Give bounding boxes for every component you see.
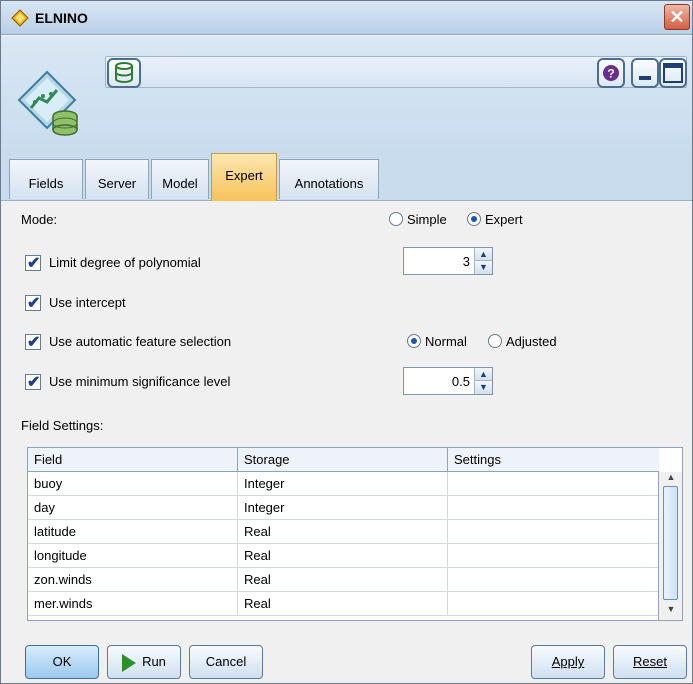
cell-storage: Integer — [238, 496, 448, 520]
limit-degree-checkbox[interactable] — [25, 253, 41, 273]
limit-degree-value[interactable]: 3 — [463, 254, 470, 269]
tab-model[interactable]: Model — [151, 159, 209, 199]
cell-field: longitude — [28, 544, 238, 568]
min-sig-label[interactable]: Use minimum significance level — [49, 374, 230, 389]
mode-label: Mode: — [21, 212, 58, 227]
auto-adjusted-label[interactable]: Adjusted — [506, 334, 557, 349]
column-header-field[interactable]: Field — [28, 448, 238, 472]
auto-normal-label[interactable]: Normal — [425, 334, 467, 349]
regression-node-icon — [17, 70, 78, 136]
apply-button[interactable]: Apply — [531, 645, 605, 679]
maximize-icon — [663, 63, 683, 83]
tab-expert-label: Expert — [225, 168, 263, 183]
auto-normal-radio[interactable] — [407, 334, 421, 348]
cell-field: day — [28, 496, 238, 520]
help-button[interactable]: ? — [597, 58, 625, 88]
minimize-icon — [639, 76, 651, 80]
table-row[interactable]: zon.winds Real — [28, 568, 659, 592]
help-icon: ? — [603, 65, 619, 81]
mode-simple-label[interactable]: Simple — [407, 212, 447, 227]
cell-storage: Real — [238, 520, 448, 544]
auto-feature-checkbox[interactable] — [25, 332, 41, 352]
tab-fields[interactable]: Fields — [9, 159, 83, 199]
limit-degree-label[interactable]: Limit degree of polynomial — [49, 255, 201, 270]
field-settings-table: Field Storage Settings buoy Integer day … — [27, 447, 683, 621]
column-header-settings[interactable]: Settings — [448, 448, 659, 472]
tab-server-label: Server — [97, 176, 137, 191]
table-row[interactable]: day Integer — [28, 496, 659, 520]
cell-settings[interactable] — [448, 592, 659, 616]
cell-storage: Real — [238, 544, 448, 568]
table-scrollbar[interactable]: ▲ ▼ — [658, 472, 682, 620]
tab-expert[interactable]: Expert — [211, 153, 277, 201]
cell-field: latitude — [28, 520, 238, 544]
min-sig-checkbox[interactable] — [25, 372, 41, 392]
table-header: Field Storage Settings — [28, 448, 659, 472]
run-button[interactable]: Run — [107, 645, 181, 679]
cell-storage: Integer — [238, 472, 448, 496]
cell-settings[interactable] — [448, 496, 659, 520]
spinner-arrows: ▲ ▼ — [474, 248, 492, 274]
scroll-up-icon[interactable]: ▲ — [662, 472, 680, 486]
app-diamond-icon — [11, 9, 29, 27]
window-title: ELNINO — [35, 10, 88, 26]
mode-expert-radio[interactable] — [467, 212, 481, 226]
tab-annotations-label: Annotations — [294, 176, 364, 191]
limit-degree-spinner[interactable]: 3 ▲ ▼ — [403, 247, 493, 275]
tab-server[interactable]: Server — [85, 159, 149, 199]
close-icon: ✕ — [669, 7, 685, 27]
tab-model-label: Model — [162, 176, 198, 191]
spinner-arrows: ▲ ▼ — [474, 368, 492, 394]
cell-settings[interactable] — [448, 472, 659, 496]
use-intercept-label[interactable]: Use intercept — [49, 295, 126, 310]
min-sig-spinner[interactable]: 0.5 ▲ ▼ — [403, 367, 493, 395]
ok-label: OK — [52, 654, 72, 669]
mode-simple-radio[interactable] — [389, 212, 403, 226]
cell-storage: Real — [238, 592, 448, 616]
node-header: ? — [1, 36, 692, 155]
tab-fields-label: Fields — [28, 176, 64, 191]
database-button[interactable] — [107, 58, 141, 88]
table-row[interactable]: latitude Real — [28, 520, 659, 544]
close-button[interactable]: ✕ — [664, 4, 690, 30]
cell-settings[interactable] — [448, 568, 659, 592]
min-sig-value[interactable]: 0.5 — [452, 374, 470, 389]
table-row[interactable]: longitude Real — [28, 544, 659, 568]
cell-storage: Real — [238, 568, 448, 592]
cell-field: buoy — [28, 472, 238, 496]
cell-settings[interactable] — [448, 544, 659, 568]
spinner-up-icon[interactable]: ▲ — [475, 368, 492, 381]
column-header-storage[interactable]: Storage — [238, 448, 448, 472]
cell-field: zon.winds — [28, 568, 238, 592]
cancel-button[interactable]: Cancel — [189, 645, 263, 679]
cancel-label: Cancel — [205, 654, 247, 669]
table-row[interactable]: mer.winds Real — [28, 592, 659, 616]
apply-label: Apply — [551, 654, 585, 669]
scroll-down-icon[interactable]: ▼ — [662, 604, 680, 618]
field-settings-label: Field Settings: — [21, 418, 104, 433]
title-bar[interactable]: ELNINO ✕ — [1, 1, 692, 35]
use-intercept-checkbox[interactable] — [25, 293, 41, 313]
spinner-up-icon[interactable]: ▲ — [475, 248, 492, 261]
mode-expert-label[interactable]: Expert — [485, 212, 523, 227]
auto-adjusted-radio[interactable] — [488, 334, 502, 348]
cell-field: mer.winds — [28, 592, 238, 616]
reset-button[interactable]: Reset — [613, 645, 687, 679]
tab-annotations[interactable]: Annotations — [279, 159, 379, 199]
reset-label: Reset — [633, 654, 667, 669]
ok-button[interactable]: OK — [25, 645, 99, 679]
scrollbar-thumb[interactable] — [663, 486, 678, 600]
run-label: Run — [142, 654, 166, 669]
spinner-down-icon[interactable]: ▼ — [475, 381, 492, 394]
minimize-button[interactable] — [631, 58, 659, 88]
table-row[interactable]: buoy Integer — [28, 472, 659, 496]
cell-settings[interactable] — [448, 520, 659, 544]
spinner-down-icon[interactable]: ▼ — [475, 261, 492, 274]
play-icon — [122, 653, 137, 672]
dialog-window: ELNINO ✕ ? Fields Server Model Expert An… — [0, 0, 693, 684]
maximize-button[interactable] — [659, 58, 687, 88]
svg-text:?: ? — [607, 67, 614, 81]
auto-feature-label[interactable]: Use automatic feature selection — [49, 334, 231, 349]
database-icon — [115, 62, 133, 83]
